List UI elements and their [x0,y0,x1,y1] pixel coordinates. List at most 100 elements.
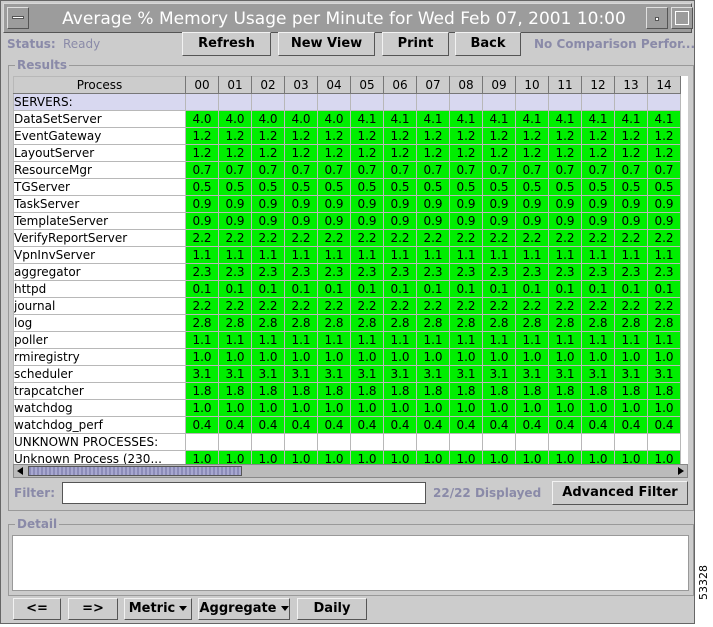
minute-column-header[interactable]: 06 [383,76,417,94]
table-row[interactable]: TemplateServer 0.9 0.9 0.9 0.9 0.9 0.9 0.9 0.9 0.… [13,212,681,230]
memory-value-cell[interactable]: 1.0 [647,450,681,464]
memory-value-cell[interactable]: 1.0 [548,348,582,366]
memory-value-cell[interactable]: 1.2 [284,144,318,162]
memory-value-cell[interactable]: 3.1 [185,365,219,383]
memory-value-cell[interactable]: 0.9 [515,195,549,213]
process-name-cell[interactable]: log [13,314,186,332]
minute-column-header[interactable]: 08 [449,76,483,94]
memory-value-cell[interactable]: 1.1 [482,331,516,349]
memory-value-cell[interactable]: 2.2 [581,229,615,247]
memory-value-cell[interactable]: 1.2 [383,127,417,145]
memory-value-cell[interactable]: 0.7 [251,161,285,179]
memory-value-cell[interactable]: 1.1 [185,331,219,349]
memory-value-cell[interactable]: 2.2 [515,297,549,315]
memory-value-cell[interactable]: 0.4 [482,416,516,434]
memory-value-cell[interactable]: 0.9 [581,195,615,213]
table-row[interactable]: ResourceMgr 0.7 0.7 0.7 0.7 0.7 0.7 0.7 0.7 0.7 0.… [13,161,681,179]
memory-value-cell[interactable]: 2.3 [317,263,351,281]
advanced-filter-button[interactable]: Advanced Filter [552,481,688,505]
minute-column-header[interactable]: 04 [317,76,351,94]
memory-value-cell[interactable]: 0.7 [548,161,582,179]
memory-value-cell[interactable]: 2.2 [515,229,549,247]
memory-value-cell[interactable]: 0.7 [185,161,219,179]
memory-value-cell[interactable]: 1.0 [284,450,318,464]
memory-value-cell[interactable]: 1.1 [614,331,648,349]
servers-group-row[interactable]: SERVERS: [13,93,681,111]
memory-value-cell[interactable]: 0.5 [185,178,219,196]
memory-value-cell[interactable]: 4.1 [647,110,681,128]
memory-value-cell[interactable]: 4.1 [482,110,516,128]
memory-value-cell[interactable]: 0.9 [416,195,450,213]
memory-value-cell[interactable]: 1.0 [284,348,318,366]
memory-value-cell[interactable]: 1.2 [416,127,450,145]
memory-value-cell[interactable]: 1.2 [218,144,252,162]
memory-value-cell[interactable]: 2.8 [317,314,351,332]
memory-value-cell[interactable]: 1.2 [482,144,516,162]
memory-value-cell[interactable]: 0.7 [581,161,615,179]
memory-value-cell[interactable]: 0.9 [383,195,417,213]
memory-value-cell[interactable]: 2.8 [185,314,219,332]
memory-value-cell[interactable]: 1.1 [482,246,516,264]
memory-value-cell[interactable]: 1.0 [350,399,384,417]
memory-value-cell[interactable]: 0.9 [647,195,681,213]
memory-value-cell[interactable]: 2.8 [581,314,615,332]
memory-value-cell[interactable]: 2.8 [218,314,252,332]
memory-value-cell[interactable]: 1.0 [185,399,219,417]
minute-column-header[interactable]: 03 [284,76,318,94]
memory-value-cell[interactable]: 0.1 [350,280,384,298]
memory-value-cell[interactable]: 1.1 [515,331,549,349]
memory-value-cell[interactable]: 1.2 [449,127,483,145]
memory-value-cell[interactable]: 1.0 [449,399,483,417]
memory-value-cell[interactable]: 2.2 [548,229,582,247]
memory-value-cell[interactable]: 2.3 [548,263,582,281]
table-row[interactable]: poller 1.1 1.1 1.1 1.1 1.1 1.1 1.1 1.1 1.1 1.1 1.1 1… [13,331,681,349]
memory-value-cell[interactable]: 1.0 [482,450,516,464]
memory-value-cell[interactable]: 4.0 [317,110,351,128]
memory-value-cell[interactable]: 1.0 [350,348,384,366]
memory-value-cell[interactable]: 2.2 [581,297,615,315]
memory-value-cell[interactable]: 1.2 [350,127,384,145]
memory-value-cell[interactable]: 0.5 [449,178,483,196]
memory-value-cell[interactable]: 2.2 [548,297,582,315]
memory-value-cell[interactable]: 2.2 [317,297,351,315]
memory-value-cell[interactable]: 0.5 [416,178,450,196]
memory-value-cell[interactable]: 2.3 [614,263,648,281]
process-name-cell[interactable]: scheduler [13,365,186,383]
memory-value-cell[interactable]: 3.1 [449,365,483,383]
aggregate-dropdown[interactable]: Aggregate [198,598,290,620]
table-row[interactable]: EventGateway 1.2 1.2 1.2 1.2 1.2 1.2 1.2 1.2 1.2 1… [13,127,681,145]
memory-value-cell[interactable]: 1.2 [449,144,483,162]
memory-value-cell[interactable]: 0.9 [185,212,219,230]
memory-value-cell[interactable]: 0.5 [515,178,549,196]
memory-value-cell[interactable]: 1.1 [614,246,648,264]
memory-value-cell[interactable]: 0.9 [614,195,648,213]
memory-value-cell[interactable]: 0.9 [350,212,384,230]
memory-value-cell[interactable]: 1.8 [548,382,582,400]
memory-value-cell[interactable]: 0.9 [614,212,648,230]
memory-value-cell[interactable]: 1.2 [581,127,615,145]
memory-value-cell[interactable]: 0.7 [647,161,681,179]
next-button[interactable]: => [68,598,118,620]
memory-value-cell[interactable]: 1.2 [251,127,285,145]
memory-value-cell[interactable]: 1.1 [449,246,483,264]
memory-value-cell[interactable]: 3.1 [548,365,582,383]
minute-column-header[interactable]: 00 [185,76,219,94]
memory-value-cell[interactable]: 1.8 [614,382,648,400]
process-name-cell[interactable]: rmiregistry [13,348,186,366]
memory-value-cell[interactable]: 0.4 [185,416,219,434]
memory-value-cell[interactable]: 3.1 [416,365,450,383]
memory-value-cell[interactable]: 1.8 [449,382,483,400]
memory-value-cell[interactable]: 3.1 [251,365,285,383]
memory-value-cell[interactable]: 4.1 [548,110,582,128]
memory-value-cell[interactable]: 0.7 [218,161,252,179]
memory-value-cell[interactable]: 2.3 [647,263,681,281]
memory-value-cell[interactable]: 1.0 [416,348,450,366]
memory-value-cell[interactable]: 2.8 [647,314,681,332]
memory-value-cell[interactable]: 1.0 [515,450,549,464]
metric-dropdown[interactable]: Metric [124,598,192,620]
memory-value-cell[interactable]: 1.1 [251,331,285,349]
memory-value-cell[interactable]: 0.5 [614,178,648,196]
table-row[interactable]: journal 2.2 2.2 2.2 2.2 2.2 2.2 2.2 2.2 2.2 2.2 2.2… [13,297,681,315]
memory-value-cell[interactable]: 2.2 [647,229,681,247]
memory-value-cell[interactable]: 4.0 [218,110,252,128]
